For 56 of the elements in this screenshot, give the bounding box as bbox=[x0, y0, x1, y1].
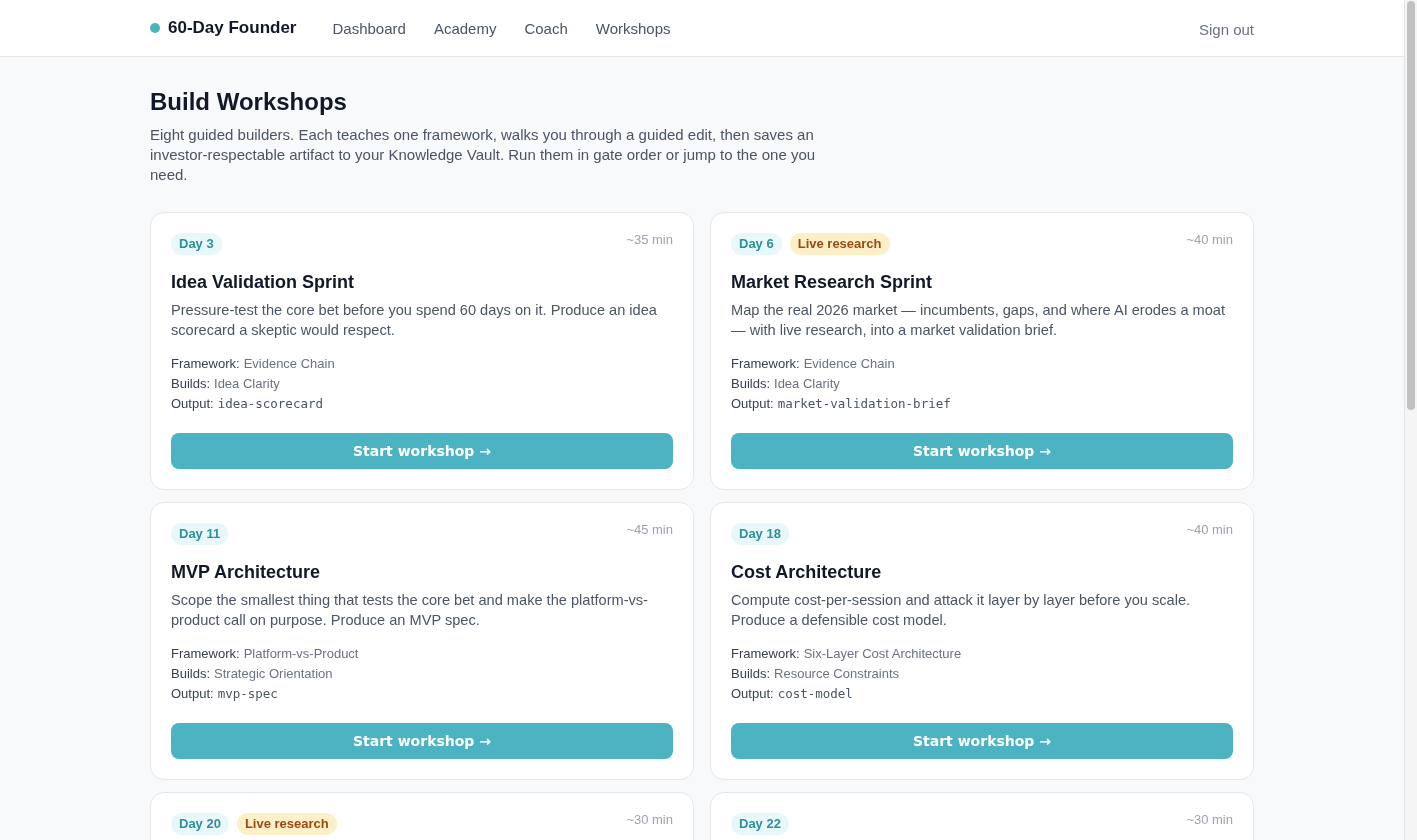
output-name: cost-model bbox=[777, 685, 853, 703]
output-name: idea-scorecard bbox=[217, 395, 323, 413]
detail-label: Framework: bbox=[171, 645, 240, 663]
page-description: Eight guided builders. Each teaches one framework, walks you through a guided edit, then saves an investor-respectable artifact to your Knowledge Vault. Run them in gate order or jump to the one you need. bbox=[150, 125, 817, 185]
duration-text: ~45 min bbox=[626, 523, 673, 537]
duration-text: ~35 min bbox=[626, 233, 673, 247]
output-name: mvp-spec bbox=[217, 685, 278, 703]
scrollbar-thumb[interactable] bbox=[1407, 1, 1415, 410]
sign-out-link[interactable]: Sign out bbox=[1198, 20, 1254, 38]
live-research-badge: Live research bbox=[789, 233, 890, 255]
day-badge: Day 6 bbox=[731, 233, 782, 255]
detail-label: Builds: bbox=[171, 665, 211, 683]
nav-link[interactable]: Dashboard bbox=[332, 19, 406, 37]
detail-value: Strategic Orientation bbox=[214, 665, 333, 683]
detail-label: Output: bbox=[171, 685, 214, 703]
detail-value: Resource Constraints bbox=[774, 665, 900, 683]
detail-value: Platform-vs-Product bbox=[243, 645, 359, 663]
day-badge: Day 18 bbox=[731, 523, 789, 545]
output-name: market-validation-brief bbox=[777, 395, 951, 413]
detail-label: Output: bbox=[731, 685, 774, 703]
detail-label: Builds: bbox=[171, 375, 211, 393]
day-badge: Day 3 bbox=[171, 233, 222, 255]
detail-value: Six-Layer Cost Architecture bbox=[803, 645, 962, 663]
page-title: Build Workshops bbox=[150, 87, 348, 117]
duration-text: ~30 min bbox=[1186, 813, 1233, 827]
workshop-description: Scope the smallest thing that tests the core bet and make the platform-vs-product call on purpose. Produce an MVP spec. bbox=[171, 591, 649, 630]
workshop-title: MVP Architecture bbox=[171, 561, 322, 584]
detail-value: Idea Clarity bbox=[774, 375, 840, 393]
detail-value: Evidence Chain bbox=[803, 355, 895, 373]
workshop-title: Market Research Sprint bbox=[731, 271, 934, 294]
detail-label: Framework: bbox=[171, 355, 240, 373]
detail-label: Framework: bbox=[731, 355, 800, 373]
workshop-title: Idea Validation Sprint bbox=[171, 271, 356, 294]
detail-label: Builds: bbox=[731, 665, 771, 683]
detail-value: Idea Clarity bbox=[214, 375, 280, 393]
detail-label: Output: bbox=[731, 395, 774, 413]
logo-dot-icon bbox=[150, 23, 160, 33]
live-research-badge: Live research bbox=[236, 813, 337, 835]
detail-label: Framework: bbox=[731, 645, 800, 663]
nav-link[interactable]: Workshops bbox=[595, 19, 671, 37]
duration-text: ~40 min bbox=[1186, 233, 1233, 247]
detail-value: Evidence Chain bbox=[243, 355, 335, 373]
brand-name[interactable]: 60-Day Founder bbox=[168, 18, 297, 38]
workshop-description: Map the real 2026 market — incumbents, gaps, and where AI erodes a moat — with live research, into a market validation brief. bbox=[731, 301, 1227, 340]
nav-link[interactable]: Coach bbox=[524, 19, 568, 37]
workshop-title: Cost Architecture bbox=[731, 561, 883, 584]
day-badge: Day 20 bbox=[171, 813, 229, 835]
detail-label: Builds: bbox=[731, 375, 771, 393]
detail-label: Output: bbox=[171, 395, 214, 413]
workshop-description: Pressure-test the core bet before you spend 60 days on it. Produce an idea scorecard a skeptic would respect. bbox=[171, 301, 658, 340]
day-badge: Day 11 bbox=[171, 523, 229, 545]
duration-text: ~40 min bbox=[1186, 523, 1233, 537]
duration-text: ~30 min bbox=[626, 813, 673, 827]
day-badge: Day 22 bbox=[731, 813, 789, 835]
nav-link[interactable]: Academy bbox=[433, 19, 497, 37]
workshop-description: Compute cost-per-session and attack it layer by layer before you scale. Produce a defensible cost model. bbox=[731, 591, 1192, 630]
